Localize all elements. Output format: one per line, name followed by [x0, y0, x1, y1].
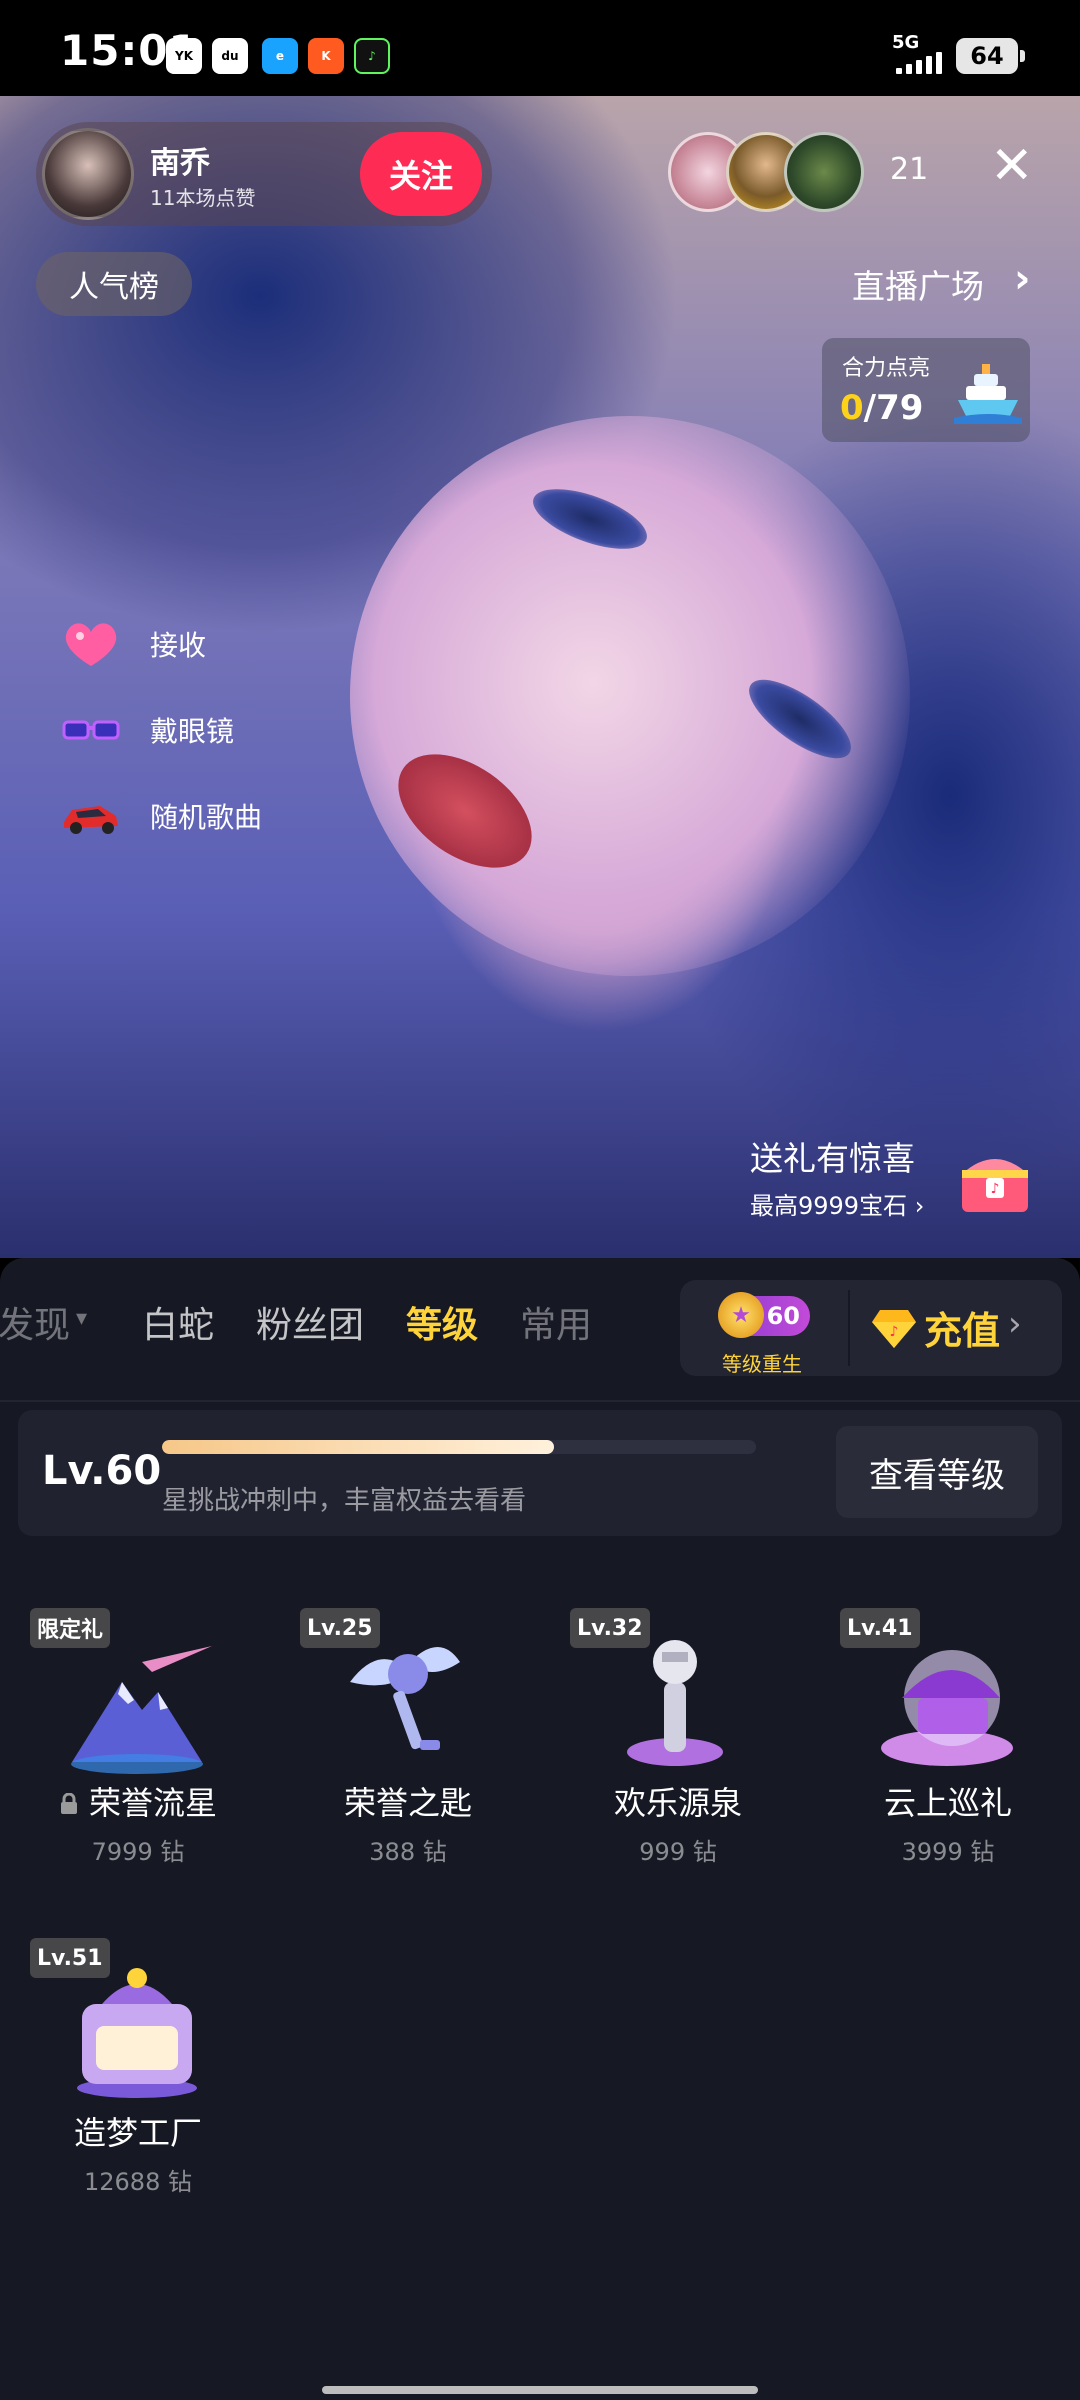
- gift-name[interactable]: 荣誉之匙: [278, 1778, 538, 1824]
- rebirth-level: 60: [766, 1302, 800, 1330]
- sports-car-icon: [64, 806, 118, 834]
- effect-item[interactable]: 戴眼镜: [60, 700, 234, 760]
- popularity-rank-button[interactable]: 人气榜: [36, 252, 192, 316]
- douyin-icon: ♪: [354, 38, 390, 74]
- battery-indicator: 64: [956, 38, 1025, 74]
- effect-label: 随机歌曲: [150, 801, 263, 834]
- star-badge-icon: ★: [718, 1292, 764, 1338]
- effect-label: 接收: [150, 629, 207, 662]
- gift-name[interactable]: 云上巡礼: [818, 1778, 1078, 1824]
- gift-name[interactable]: 荣誉流星: [8, 1778, 268, 1824]
- divider: [848, 1290, 850, 1366]
- kuaishou-icon: K: [308, 38, 344, 74]
- glasses-icon: [62, 720, 120, 740]
- effect-label: 戴眼镜: [150, 715, 235, 748]
- gift-price: 3999 钻: [901, 1838, 995, 1866]
- light-up-total: /79: [863, 388, 924, 428]
- gift-surprise-title[interactable]: 送礼有惊喜: [750, 1132, 915, 1180]
- level-rebirth-label[interactable]: 等级重生: [722, 1348, 802, 1377]
- cloud-parade-gift-icon[interactable]: [872, 1622, 1022, 1772]
- heart-gift-icon: [65, 623, 117, 666]
- live-plaza-link[interactable]: 直播广场: [852, 260, 984, 308]
- gift-price: 12688 钻: [84, 2168, 192, 2196]
- status-bar: 15:01 YK du e K ♪ 5G 64: [0, 0, 1080, 96]
- svg-text:♪: ♪: [991, 1181, 1000, 1197]
- light-up-current: 0: [840, 388, 864, 428]
- tab-fan-club[interactable]: 粉丝团: [256, 1296, 364, 1348]
- panel-divider: [0, 1400, 1080, 1402]
- gift-price: 7999 钻: [91, 1838, 185, 1866]
- gift-name[interactable]: 造梦工厂: [8, 2108, 268, 2154]
- gift-name-text: 荣誉流星: [88, 1784, 217, 1822]
- viewer-avatar[interactable]: [784, 132, 864, 212]
- lock-icon: [60, 1793, 77, 1814]
- du-icon: du: [212, 38, 248, 74]
- level-progress-bar: [162, 1440, 756, 1454]
- home-indicator[interactable]: [322, 2386, 758, 2394]
- chevron-right-icon[interactable]: ›: [1014, 256, 1030, 302]
- tab-frequent[interactable]: 常用: [520, 1296, 592, 1348]
- tab-white-snake[interactable]: 白蛇: [142, 1296, 214, 1348]
- gift-price: 999 钻: [639, 1838, 717, 1866]
- level-progress-fill: [162, 1440, 555, 1454]
- gift-surprise-subtitle[interactable]: 最高9999宝石 ›: [750, 1186, 924, 1221]
- treasure-chest-icon[interactable]: ♪: [956, 1140, 1034, 1218]
- gift-price: 388 钻: [369, 1838, 447, 1866]
- cruise-ship-icon: [954, 364, 1022, 424]
- light-up-title: 合力点亮: [842, 356, 931, 381]
- honor-key-gift-icon[interactable]: [330, 1622, 480, 1772]
- host-likes: 11本场点赞: [150, 186, 256, 210]
- recharge-button[interactable]: 充值: [924, 1300, 1000, 1355]
- svg-text:♪: ♪: [890, 1324, 899, 1340]
- level-rebirth-badge[interactable]: ★ 60: [718, 1292, 810, 1338]
- view-level-button[interactable]: 查看等级: [836, 1426, 1038, 1518]
- dream-factory-gift-icon[interactable]: [62, 1954, 212, 2104]
- user-level: Lv.60: [42, 1448, 162, 1494]
- joy-fountain-gift-icon[interactable]: [600, 1622, 750, 1772]
- tab-level[interactable]: 等级: [406, 1296, 478, 1348]
- gift-name[interactable]: 欢乐源泉: [548, 1778, 808, 1824]
- ele-icon: e: [262, 38, 298, 74]
- chevron-right-icon[interactable]: ›: [1008, 1304, 1022, 1344]
- level-tip: 星挑战冲刺中，丰富权益去看看: [162, 1486, 527, 1516]
- host-name: 南乔: [150, 146, 210, 181]
- viewer-count[interactable]: 21: [890, 152, 928, 187]
- tab-discover[interactable]: 发现: [0, 1296, 70, 1348]
- host-avatar[interactable]: [42, 128, 134, 220]
- light-up-progress: 0/79: [840, 388, 923, 428]
- youku-icon: YK: [166, 38, 202, 74]
- network-type: 5G: [892, 32, 920, 53]
- effect-item[interactable]: 接收: [60, 614, 206, 674]
- close-icon[interactable]: ✕: [990, 140, 1034, 192]
- honor-meteor-gift-icon[interactable]: [62, 1632, 212, 1782]
- effect-item[interactable]: 随机歌曲: [60, 786, 262, 846]
- follow-button[interactable]: 关注: [360, 132, 482, 216]
- signal-icon: [896, 52, 942, 74]
- diamond-icon[interactable]: ♪: [870, 1306, 918, 1350]
- dropdown-caret-icon[interactable]: ▾: [76, 1306, 87, 1331]
